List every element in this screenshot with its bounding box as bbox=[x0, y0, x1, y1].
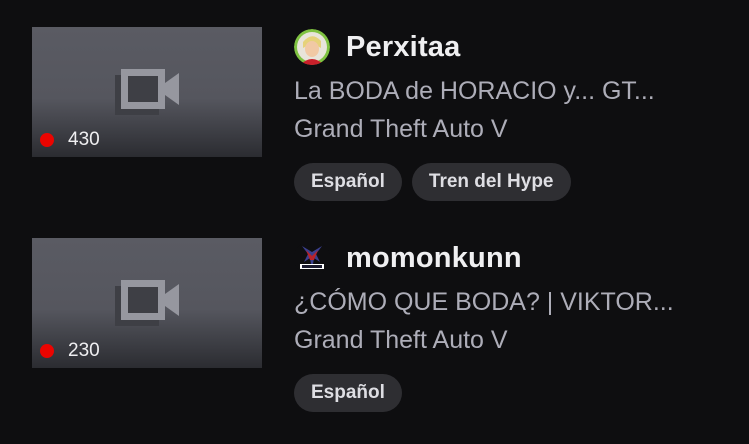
stream-list: 430 Perxitaa La BODA de HORACIO y... GT.… bbox=[0, 0, 749, 444]
stream-title[interactable]: La BODA de HORACIO y... GT... bbox=[294, 75, 726, 107]
viewer-count: 230 bbox=[68, 340, 100, 361]
video-camera-icon bbox=[115, 280, 179, 326]
stream-category[interactable]: Grand Theft Auto V bbox=[294, 113, 734, 145]
live-dot-icon bbox=[40, 344, 54, 358]
channel-link[interactable]: Perxitaa bbox=[294, 29, 734, 65]
avatar[interactable] bbox=[294, 240, 330, 276]
tag[interactable]: Español bbox=[294, 374, 402, 412]
video-camera-icon bbox=[115, 69, 179, 115]
channel-name[interactable]: Perxitaa bbox=[346, 31, 460, 64]
viewer-count-overlay: 230 bbox=[40, 340, 100, 362]
live-dot-icon bbox=[40, 133, 54, 147]
stream-card: 230 momonkunn ¿CÓMO QUE BODA? | VIKTOR..… bbox=[0, 211, 749, 422]
avatar[interactable] bbox=[294, 29, 330, 65]
tag[interactable]: Español bbox=[294, 163, 402, 201]
channel-link[interactable]: momonkunn bbox=[294, 240, 734, 276]
stream-title[interactable]: ¿CÓMO QUE BODA? | VIKTOR... bbox=[294, 286, 726, 318]
tag[interactable]: Tren del Hype bbox=[411, 163, 571, 201]
stream-thumbnail[interactable]: 230 bbox=[32, 238, 262, 368]
viewer-count-overlay: 430 bbox=[40, 129, 100, 151]
stream-category[interactable]: Grand Theft Auto V bbox=[294, 324, 734, 356]
stream-card: 430 Perxitaa La BODA de HORACIO y... GT.… bbox=[0, 0, 749, 211]
stream-thumbnail[interactable]: 430 bbox=[32, 27, 262, 157]
viewer-count: 430 bbox=[68, 129, 100, 150]
tag-list: Español Tren del Hype bbox=[294, 163, 734, 201]
tag-list: Español bbox=[294, 374, 734, 412]
stream-info: Perxitaa La BODA de HORACIO y... GT... G… bbox=[294, 29, 734, 201]
channel-name[interactable]: momonkunn bbox=[346, 242, 522, 275]
stream-info: momonkunn ¿CÓMO QUE BODA? | VIKTOR... Gr… bbox=[294, 240, 734, 412]
